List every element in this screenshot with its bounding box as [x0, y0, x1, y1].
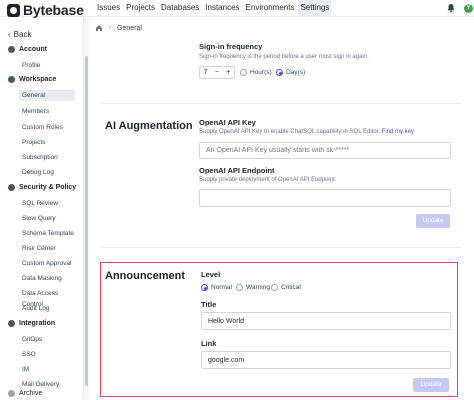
- signin-frequency-stepper[interactable]: 7 − +: [199, 66, 235, 79]
- openai-endpoint-description: Supply private deployment of OpenAI API …: [199, 177, 337, 183]
- radio-normal[interactable]: [201, 284, 208, 291]
- sidebar-archive[interactable]: Archive: [8, 390, 42, 397]
- level-option-label: Critical: [281, 284, 301, 291]
- sidebar-item-mail-delivery[interactable]: Mail Delivery: [22, 379, 78, 390]
- sidebar-item-general[interactable]: General: [19, 90, 75, 101]
- nav-projects[interactable]: Projects: [124, 0, 157, 16]
- radio-days[interactable]: [276, 69, 283, 76]
- stepper-value[interactable]: 7: [204, 69, 208, 76]
- unit-option-days[interactable]: Day(s): [276, 69, 305, 76]
- top-navbar: Bytebase Issues Projects Databases Insta…: [0, 0, 474, 18]
- section-title: Account: [19, 46, 47, 53]
- nav-settings[interactable]: Settings: [298, 0, 332, 16]
- archive-label: Archive: [19, 390, 43, 397]
- nav-environments[interactable]: Environments: [244, 0, 297, 16]
- sidebar-item-custom-roles[interactable]: Custom Roles: [22, 122, 78, 133]
- openai-key-desc-text: Supply OpenAI API Key to enable ChatSQL …: [199, 129, 380, 135]
- bytebase-logo[interactable]: Bytebase: [7, 2, 84, 18]
- stepper-increment[interactable]: +: [226, 69, 230, 76]
- sidebar-item-subscription[interactable]: Subscription: [22, 152, 78, 163]
- app-name: Bytebase: [23, 2, 84, 18]
- announcement-link-input[interactable]: google.com: [201, 351, 451, 369]
- find-my-key-link[interactable]: Find my key: [382, 129, 414, 135]
- section-title: Security & Policy: [19, 184, 77, 191]
- level-option-critical[interactable]: Critical: [271, 284, 301, 291]
- radio-warning[interactable]: [236, 284, 243, 291]
- stepper-decrement[interactable]: −: [215, 69, 219, 76]
- bell-icon[interactable]: [446, 3, 456, 13]
- sidebar-section-account: Account: [8, 46, 47, 53]
- sidebar-section-security: Security & Policy: [8, 184, 76, 191]
- level-option-normal[interactable]: Normal: [201, 284, 232, 291]
- radio-critical[interactable]: [271, 284, 278, 291]
- openai-endpoint-input[interactable]: [199, 189, 451, 207]
- sidebar-item-gitops[interactable]: GitOps: [22, 334, 78, 345]
- bytebase-logo-icon: [7, 3, 20, 17]
- sidebar-item-slow-query[interactable]: Slow Query: [22, 213, 78, 224]
- sidebar-item-schema-template[interactable]: Schema Template: [22, 228, 78, 239]
- unit-option-hours[interactable]: Hour(s): [240, 69, 272, 76]
- sidebar-item-custom-approval[interactable]: Custom Approval: [22, 258, 78, 269]
- sidebar-section-integration: Integration: [8, 320, 55, 327]
- shield-icon: [8, 184, 15, 191]
- breadcrumb-current: General: [117, 24, 142, 32]
- signin-frequency-title: Sign-in frequency: [199, 42, 263, 51]
- signin-frequency-description: Sign-in frequency is the period before a…: [199, 54, 369, 60]
- ai-augmentation-title: AI Augmentation: [105, 120, 193, 132]
- archive-icon: [8, 390, 15, 397]
- account-icon: [8, 46, 15, 53]
- openai-key-input[interactable]: [199, 142, 451, 159]
- announcement-title-label: Title: [201, 300, 217, 309]
- sidebar-item-im[interactable]: IM: [22, 364, 78, 375]
- ai-update-button[interactable]: Update: [416, 214, 450, 228]
- announcement-update-button[interactable]: Update: [413, 378, 449, 392]
- unit-option-label: Day(s): [286, 69, 306, 76]
- sidebar-item-members[interactable]: Members: [22, 106, 78, 117]
- openai-endpoint-label: OpenAI API Endpoint: [199, 166, 275, 175]
- level-option-warning[interactable]: Warning: [236, 284, 270, 291]
- announcement-level-label: Level: [201, 270, 221, 279]
- back-label: Back: [13, 30, 32, 39]
- chevron-right-icon: ›: [109, 25, 111, 31]
- section-divider: [100, 247, 462, 248]
- integration-icon: [8, 320, 15, 327]
- sidebar-item-profile[interactable]: Profile: [22, 60, 78, 71]
- user-avatar[interactable]: Y: [464, 4, 473, 13]
- nav-databases[interactable]: Databases: [159, 0, 201, 16]
- nav-issues[interactable]: Issues: [95, 0, 122, 16]
- sidebar-item-sso[interactable]: SSO: [22, 349, 78, 360]
- home-icon[interactable]: [95, 24, 103, 32]
- chevron-left-icon: ‹: [8, 30, 11, 39]
- sidebar-section-workspace: Workspace: [8, 76, 56, 83]
- section-divider: [100, 103, 462, 104]
- section-title: Integration: [19, 320, 56, 327]
- level-option-label: Normal: [211, 284, 232, 291]
- sidebar-item-risk-center[interactable]: Risk Center: [22, 243, 78, 254]
- announcement-title: Announcement: [105, 270, 186, 282]
- sidebar-item-sql-review[interactable]: SQL Review: [22, 198, 78, 209]
- sidebar-item-projects[interactable]: Projects: [22, 137, 78, 148]
- radio-hours[interactable]: [240, 69, 247, 76]
- main-nav: Issues Projects Databases Instances Envi…: [95, 0, 332, 16]
- announcement-title-input[interactable]: Hello World: [201, 312, 451, 330]
- level-option-label: Warning: [246, 284, 270, 291]
- openai-key-description: Supply OpenAI API Key to enable ChatSQL …: [199, 129, 414, 135]
- sidebar-scrollbar-thumb[interactable]: [85, 56, 88, 386]
- sidebar-item-debug-log[interactable]: Debug Log: [22, 167, 78, 178]
- sidebar-item-data-masking[interactable]: Data Masking: [22, 273, 78, 284]
- section-title: Workspace: [19, 76, 57, 83]
- nav-instances[interactable]: Instances: [203, 0, 241, 16]
- workspace-icon: [8, 76, 15, 83]
- settings-sidebar: ‹ Back Account Profile Workspace General…: [0, 18, 84, 400]
- back-button[interactable]: ‹ Back: [8, 30, 31, 39]
- breadcrumb: › General: [95, 24, 142, 32]
- sidebar-item-audit-log[interactable]: Audit Log: [22, 303, 78, 314]
- unit-option-label: Hour(s): [250, 69, 272, 76]
- announcement-link-label: Link: [201, 339, 217, 348]
- openai-key-label: OpenAI API Key: [199, 118, 256, 127]
